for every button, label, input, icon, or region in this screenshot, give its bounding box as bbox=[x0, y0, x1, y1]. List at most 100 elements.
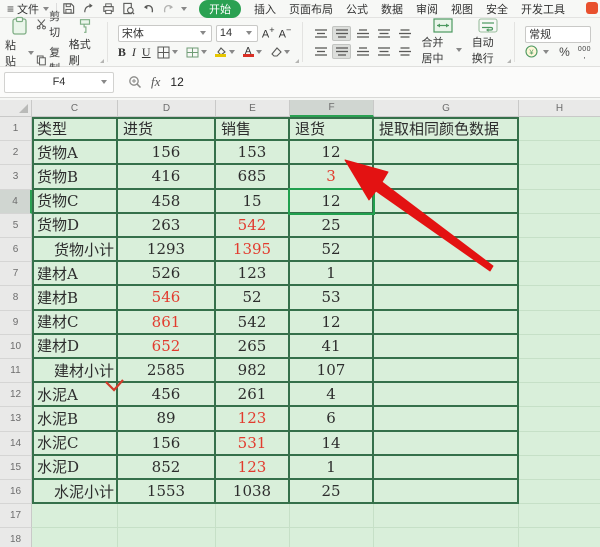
cell-G8[interactable] bbox=[374, 286, 519, 311]
tab-公式[interactable]: 公式 bbox=[346, 1, 368, 17]
cell-C7[interactable]: 建材A bbox=[32, 262, 118, 287]
font-name-select[interactable]: 宋体 bbox=[117, 24, 212, 42]
redo-icon[interactable] bbox=[162, 2, 175, 15]
cell-E8[interactable]: 52 bbox=[216, 286, 290, 311]
tab-数据[interactable]: 数据 bbox=[381, 1, 403, 17]
cell-G4[interactable] bbox=[374, 189, 519, 214]
number-format-select[interactable]: 常规 bbox=[525, 25, 592, 43]
formula-input[interactable]: 12 bbox=[170, 75, 183, 89]
cell-E9[interactable]: 542 bbox=[216, 310, 290, 335]
increase-font-button[interactable]: A+ bbox=[262, 26, 275, 41]
cell-H6[interactable] bbox=[519, 238, 600, 263]
format-painter-button[interactable]: 格式刷 bbox=[69, 17, 101, 68]
column-header-C[interactable]: C bbox=[32, 100, 118, 117]
cell-H13[interactable] bbox=[519, 407, 600, 432]
cell-E18[interactable] bbox=[216, 528, 290, 547]
cell-G5[interactable] bbox=[374, 213, 519, 238]
tab-插入[interactable]: 插入 bbox=[254, 1, 276, 17]
eraser-button[interactable] bbox=[270, 46, 292, 58]
cell-D18[interactable] bbox=[118, 528, 216, 547]
cell-D3[interactable]: 416 bbox=[118, 165, 216, 190]
cell-F11[interactable]: 107 bbox=[290, 359, 374, 384]
currency-button[interactable]: ¥ bbox=[525, 45, 551, 58]
tab-页面布局[interactable]: 页面布局 bbox=[289, 1, 333, 17]
cell-F7[interactable]: 1 bbox=[290, 262, 374, 287]
column-header-G[interactable]: G bbox=[374, 100, 519, 117]
indent-increase-button[interactable] bbox=[395, 26, 414, 41]
cell-G2[interactable] bbox=[374, 141, 519, 166]
cell-E15[interactable]: 123 bbox=[216, 455, 290, 480]
cell-C18[interactable] bbox=[32, 528, 118, 547]
cell-C14[interactable]: 水泥C bbox=[32, 431, 118, 456]
cell-E5[interactable]: 542 bbox=[216, 213, 290, 238]
align-left-button[interactable] bbox=[311, 44, 330, 59]
row-header-17[interactable]: 17 bbox=[0, 504, 32, 529]
cell-C4[interactable]: 货物C bbox=[32, 189, 118, 214]
align-center-button[interactable] bbox=[332, 43, 352, 59]
cell-D16[interactable]: 1553 bbox=[118, 480, 216, 505]
percent-button[interactable]: % bbox=[559, 45, 570, 59]
font-size-select[interactable]: 14 bbox=[215, 24, 258, 42]
tab-审阅[interactable]: 审阅 bbox=[416, 1, 438, 17]
row-header-8[interactable]: 8 bbox=[0, 286, 32, 311]
cell-C1[interactable]: 类型 bbox=[32, 117, 118, 142]
zoom-magnifier-icon[interactable] bbox=[128, 75, 142, 89]
font-color-button[interactable]: A bbox=[242, 47, 264, 57]
underline-button[interactable]: U bbox=[142, 45, 151, 60]
row-header-9[interactable]: 9 bbox=[0, 310, 32, 335]
cell-F1[interactable]: 退货 bbox=[290, 117, 374, 142]
cell-C10[interactable]: 建材D bbox=[32, 334, 118, 359]
cell-C13[interactable]: 水泥B bbox=[32, 407, 118, 432]
cell-H3[interactable] bbox=[519, 165, 600, 190]
cell-F13[interactable]: 6 bbox=[290, 407, 374, 432]
cell-H4[interactable] bbox=[519, 190, 600, 214]
cell-F17[interactable] bbox=[290, 504, 374, 529]
row-header-4[interactable]: 4 bbox=[0, 189, 32, 214]
cell-H5[interactable] bbox=[519, 214, 600, 238]
row-header-11[interactable]: 11 bbox=[0, 359, 32, 384]
row-header-3[interactable]: 3 bbox=[0, 165, 32, 190]
cell-F12[interactable]: 4 bbox=[290, 383, 374, 408]
tab-开发工具[interactable]: 开发工具 bbox=[521, 1, 565, 17]
cell-C9[interactable]: 建材C bbox=[32, 310, 118, 335]
cell-F9[interactable]: 12 bbox=[290, 310, 374, 335]
cell-C5[interactable]: 货物D bbox=[32, 213, 118, 238]
valign-middle-button[interactable] bbox=[332, 25, 352, 41]
print-icon[interactable] bbox=[102, 2, 115, 15]
row-header-12[interactable]: 12 bbox=[0, 383, 32, 408]
cell-G9[interactable] bbox=[374, 310, 519, 335]
cell-D5[interactable]: 263 bbox=[118, 213, 216, 238]
thousands-button[interactable]: 000, bbox=[578, 45, 591, 60]
cell-C17[interactable] bbox=[32, 504, 118, 529]
app-corner-icon[interactable] bbox=[586, 2, 598, 14]
cell-F5[interactable]: 25 bbox=[290, 213, 374, 238]
row-header-7[interactable]: 7 bbox=[0, 262, 32, 287]
cell-G15[interactable] bbox=[374, 455, 519, 480]
cell-E10[interactable]: 265 bbox=[216, 334, 290, 359]
chevron-down-icon[interactable] bbox=[181, 6, 188, 11]
cell-F16[interactable]: 25 bbox=[290, 480, 374, 505]
cell-D7[interactable]: 526 bbox=[118, 262, 216, 287]
cell-F8[interactable]: 53 bbox=[290, 286, 374, 311]
cell-E6[interactable]: 1395 bbox=[216, 238, 290, 263]
cell-E3[interactable]: 685 bbox=[216, 165, 290, 190]
cell-G14[interactable] bbox=[374, 431, 519, 456]
selected-cell-F4[interactable] bbox=[288, 187, 375, 215]
cell-D2[interactable]: 156 bbox=[118, 141, 216, 166]
row-header-16[interactable]: 16 bbox=[0, 480, 32, 505]
cell-C16[interactable]: 水泥小计 bbox=[32, 480, 118, 505]
cell-E11[interactable]: 982 bbox=[216, 359, 290, 384]
preview-icon[interactable] bbox=[122, 2, 135, 15]
row-header-13[interactable]: 13 bbox=[0, 407, 32, 432]
export-icon[interactable] bbox=[82, 2, 95, 15]
tab-视图[interactable]: 视图 bbox=[451, 1, 473, 17]
cell-C8[interactable]: 建材B bbox=[32, 286, 118, 311]
decrease-font-button[interactable]: A− bbox=[279, 26, 292, 41]
cell-D14[interactable]: 156 bbox=[118, 431, 216, 456]
cell-E7[interactable]: 123 bbox=[216, 262, 290, 287]
cell-D11[interactable]: 2585 bbox=[118, 359, 216, 384]
undo-icon[interactable] bbox=[142, 2, 155, 15]
cell-G1[interactable]: 提取相同颜色数据 bbox=[374, 117, 519, 142]
align-justify-button[interactable] bbox=[374, 44, 393, 59]
column-header-D[interactable]: D bbox=[118, 100, 216, 117]
